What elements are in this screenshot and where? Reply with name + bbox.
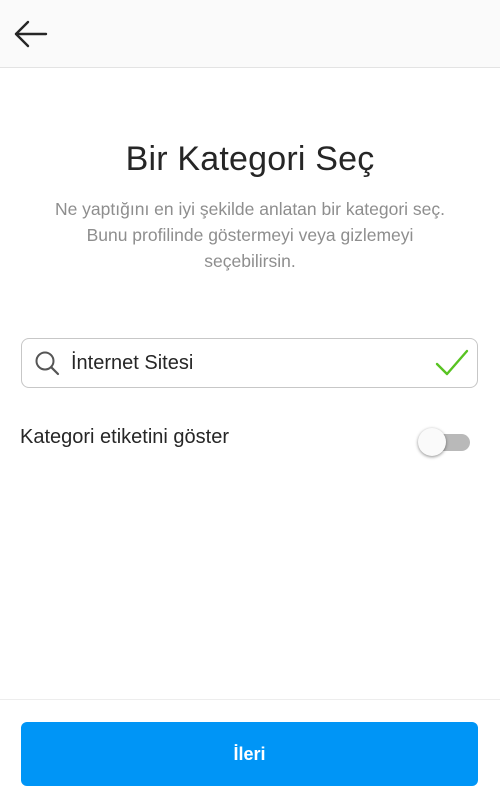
search-value: İnternet Sitesi xyxy=(71,352,194,374)
top-bar xyxy=(0,0,500,68)
divider xyxy=(0,699,500,700)
arrow-left-icon xyxy=(14,20,48,48)
back-button[interactable] xyxy=(8,12,54,56)
category-select-screen: Bir Kategori Seç Ne yaptığını en iyi şek… xyxy=(0,0,500,809)
category-label-toggle-row: Kategori etiketini göster xyxy=(0,418,500,462)
show-category-toggle[interactable] xyxy=(418,427,472,457)
toggle-label: Kategori etiketini göster xyxy=(20,426,230,448)
page-subtitle: Ne yaptığını en iyi şekilde anlatan bir … xyxy=(54,199,446,271)
next-button[interactable]: İleri xyxy=(21,722,478,786)
category-search-input[interactable]: İnternet Sitesi xyxy=(21,338,478,388)
search-icon xyxy=(35,351,60,376)
check-icon xyxy=(435,349,469,376)
page-title: Bir Kategori Seç xyxy=(125,140,375,178)
toggle-knob xyxy=(418,428,446,456)
